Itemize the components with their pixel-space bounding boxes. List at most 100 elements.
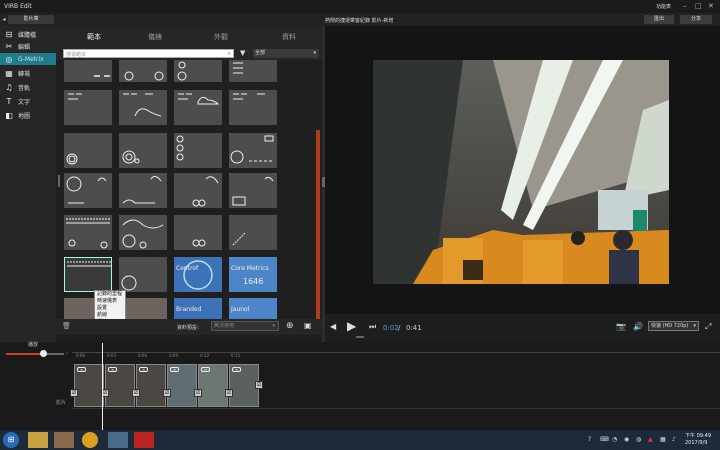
tab-gauges[interactable]: 儀錶 bbox=[148, 32, 162, 42]
volume-tray-icon[interactable]: ♪ bbox=[672, 436, 676, 443]
menu-item[interactable]: 設置 bbox=[95, 305, 125, 312]
tray-app-icon[interactable]: ◔ bbox=[612, 436, 617, 443]
sidebar-item-edit[interactable]: ✂ 編輯 bbox=[0, 40, 56, 52]
playhead[interactable] bbox=[102, 343, 103, 430]
sidebar-item-gmetrix[interactable]: ◎ G-Metrix bbox=[0, 53, 56, 65]
clock-date[interactable]: 2017/9/9 bbox=[685, 440, 707, 446]
camera-icon[interactable]: 📷 bbox=[616, 322, 626, 331]
template-tile-selected[interactable] bbox=[64, 257, 112, 292]
sidebar-item-text[interactable]: T 文字 bbox=[0, 95, 56, 107]
transition-marker-icon[interactable]: ⧄ bbox=[255, 381, 263, 389]
prev-frame-icon[interactable]: ◀ bbox=[330, 322, 336, 331]
template-tile[interactable] bbox=[119, 60, 167, 82]
filter-select[interactable]: 全部 ▾ bbox=[253, 49, 319, 58]
chevron-right-icon[interactable]: › bbox=[66, 351, 68, 357]
template-tile[interactable] bbox=[64, 60, 112, 82]
preview-resize-handle[interactable] bbox=[356, 336, 364, 338]
template-tile[interactable] bbox=[64, 90, 112, 125]
template-tile[interactable] bbox=[119, 215, 167, 250]
transition-marker-icon[interactable]: ⧄ bbox=[132, 389, 140, 397]
back-arrow-icon[interactable]: ◂ bbox=[0, 15, 8, 24]
template-tile[interactable]: Branded bbox=[174, 298, 222, 319]
tray-app-icon[interactable]: ◍ bbox=[636, 436, 641, 443]
search-input[interactable]: 搜尋範本 ⌕ bbox=[63, 49, 234, 58]
transition-marker-icon[interactable]: ⧄ bbox=[163, 389, 171, 397]
filter-icon[interactable]: ▼ bbox=[240, 49, 245, 57]
template-tile[interactable]: Core Metrics 1646 bbox=[229, 257, 277, 292]
sidebar-item-transition[interactable]: ▦ 轉場 bbox=[0, 67, 56, 79]
template-tile[interactable]: Centrof bbox=[174, 257, 222, 292]
template-tile[interactable]: Jaunol bbox=[229, 298, 277, 319]
template-tile[interactable] bbox=[229, 60, 277, 82]
close-icon[interactable]: ✕ bbox=[708, 2, 714, 10]
tray-app-icon[interactable]: ◉ bbox=[624, 436, 629, 443]
virb-edit-taskbar-icon[interactable] bbox=[134, 432, 154, 448]
template-tile[interactable] bbox=[119, 133, 167, 168]
transition-marker-icon[interactable]: ⧄ bbox=[194, 389, 202, 397]
library-button[interactable]: 影片庫 bbox=[8, 15, 54, 24]
grid-scroll-handle[interactable] bbox=[58, 175, 60, 187]
clock-time[interactable]: 下午 09:49 bbox=[685, 432, 711, 439]
minimize-icon[interactable]: – bbox=[683, 2, 687, 10]
help-icon[interactable]: ? bbox=[588, 436, 591, 443]
maximize-icon[interactable]: □ bbox=[695, 2, 702, 10]
menu-item[interactable]: 時速儀表 bbox=[95, 298, 125, 305]
template-tile[interactable] bbox=[174, 60, 222, 82]
quality-select[interactable]: 快速 (HD 720p) ▾ bbox=[648, 321, 699, 331]
map-icon: ◧ bbox=[5, 110, 13, 120]
sidebar-item-media[interactable]: ⊟ 媒體檔 bbox=[0, 28, 56, 40]
keyboard-icon[interactable]: ⌨ bbox=[600, 436, 609, 443]
template-tile[interactable] bbox=[229, 90, 277, 125]
sidebar-item-map[interactable]: ◧ 地圖 bbox=[0, 109, 56, 121]
add-icon[interactable]: ⊕ bbox=[286, 321, 294, 331]
template-tile[interactable] bbox=[119, 173, 167, 208]
app-title: VIRB Edit bbox=[4, 3, 32, 10]
template-tile[interactable] bbox=[119, 298, 167, 319]
file-explorer-icon[interactable] bbox=[28, 432, 48, 448]
template-tile[interactable] bbox=[229, 173, 277, 208]
volume-slider-knob[interactable] bbox=[40, 350, 47, 357]
template-tile[interactable] bbox=[174, 90, 222, 125]
menu-item[interactable]: 航線 bbox=[95, 312, 125, 319]
template-tile[interactable] bbox=[229, 133, 277, 168]
video-clip[interactable]: ∞ ⧄ bbox=[194, 364, 228, 407]
tab-appearance[interactable]: 外觀 bbox=[214, 32, 228, 42]
chrome-icon[interactable] bbox=[82, 432, 98, 448]
video-clip[interactable]: ∞ ⧄ bbox=[101, 364, 135, 407]
network-icon[interactable]: ▦ bbox=[660, 436, 666, 443]
menu-item[interactable]: 記錄的里程 bbox=[95, 291, 125, 298]
transition-marker-icon[interactable]: ⧄ bbox=[70, 389, 78, 397]
video-frame[interactable] bbox=[373, 60, 669, 284]
template-tile[interactable] bbox=[119, 257, 167, 292]
security-icon[interactable]: ▲ bbox=[648, 436, 653, 443]
grid-scrollbar[interactable] bbox=[316, 130, 320, 320]
volume-icon[interactable]: 🔊 bbox=[633, 322, 643, 331]
start-button-icon[interactable]: ⊞ bbox=[3, 432, 19, 448]
play-icon[interactable]: ▶ bbox=[347, 319, 356, 333]
tab-data[interactable]: 資料 bbox=[282, 32, 296, 42]
media-player-icon[interactable] bbox=[54, 432, 74, 448]
preset-select[interactable]: 無法使用 ▾ bbox=[211, 321, 279, 331]
settings-app-icon[interactable] bbox=[108, 432, 128, 448]
template-tile[interactable] bbox=[119, 90, 167, 125]
video-clip[interactable]: ∞ ⧄ bbox=[70, 364, 104, 407]
template-tile[interactable] bbox=[64, 215, 112, 250]
tab-templates[interactable]: 範本 bbox=[87, 32, 101, 42]
feature-menu[interactable]: 功能表 bbox=[656, 3, 671, 10]
template-tile[interactable] bbox=[64, 173, 112, 208]
template-tile[interactable] bbox=[174, 215, 222, 250]
video-clip[interactable]: ∞ ⧄ bbox=[132, 364, 166, 407]
template-tile[interactable] bbox=[174, 133, 222, 168]
template-tile[interactable] bbox=[64, 133, 112, 168]
trash-icon[interactable]: 🗑 bbox=[62, 322, 71, 330]
fullscreen-icon[interactable]: ⤢ bbox=[705, 322, 711, 332]
template-tile[interactable] bbox=[229, 215, 277, 250]
next-frame-icon[interactable]: ⏭ bbox=[369, 322, 376, 332]
template-tile[interactable] bbox=[174, 173, 222, 208]
sidebar-item-audio[interactable]: ♫ 音軌 bbox=[0, 81, 56, 93]
video-clip[interactable]: ∞ ⧄ bbox=[163, 364, 197, 407]
save-template-icon[interactable]: ▣ bbox=[304, 321, 312, 330]
transition-marker-icon[interactable]: ⧄ bbox=[225, 389, 233, 397]
share-button[interactable]: 分享 bbox=[680, 15, 712, 24]
export-button[interactable]: 匯出 bbox=[644, 15, 674, 24]
